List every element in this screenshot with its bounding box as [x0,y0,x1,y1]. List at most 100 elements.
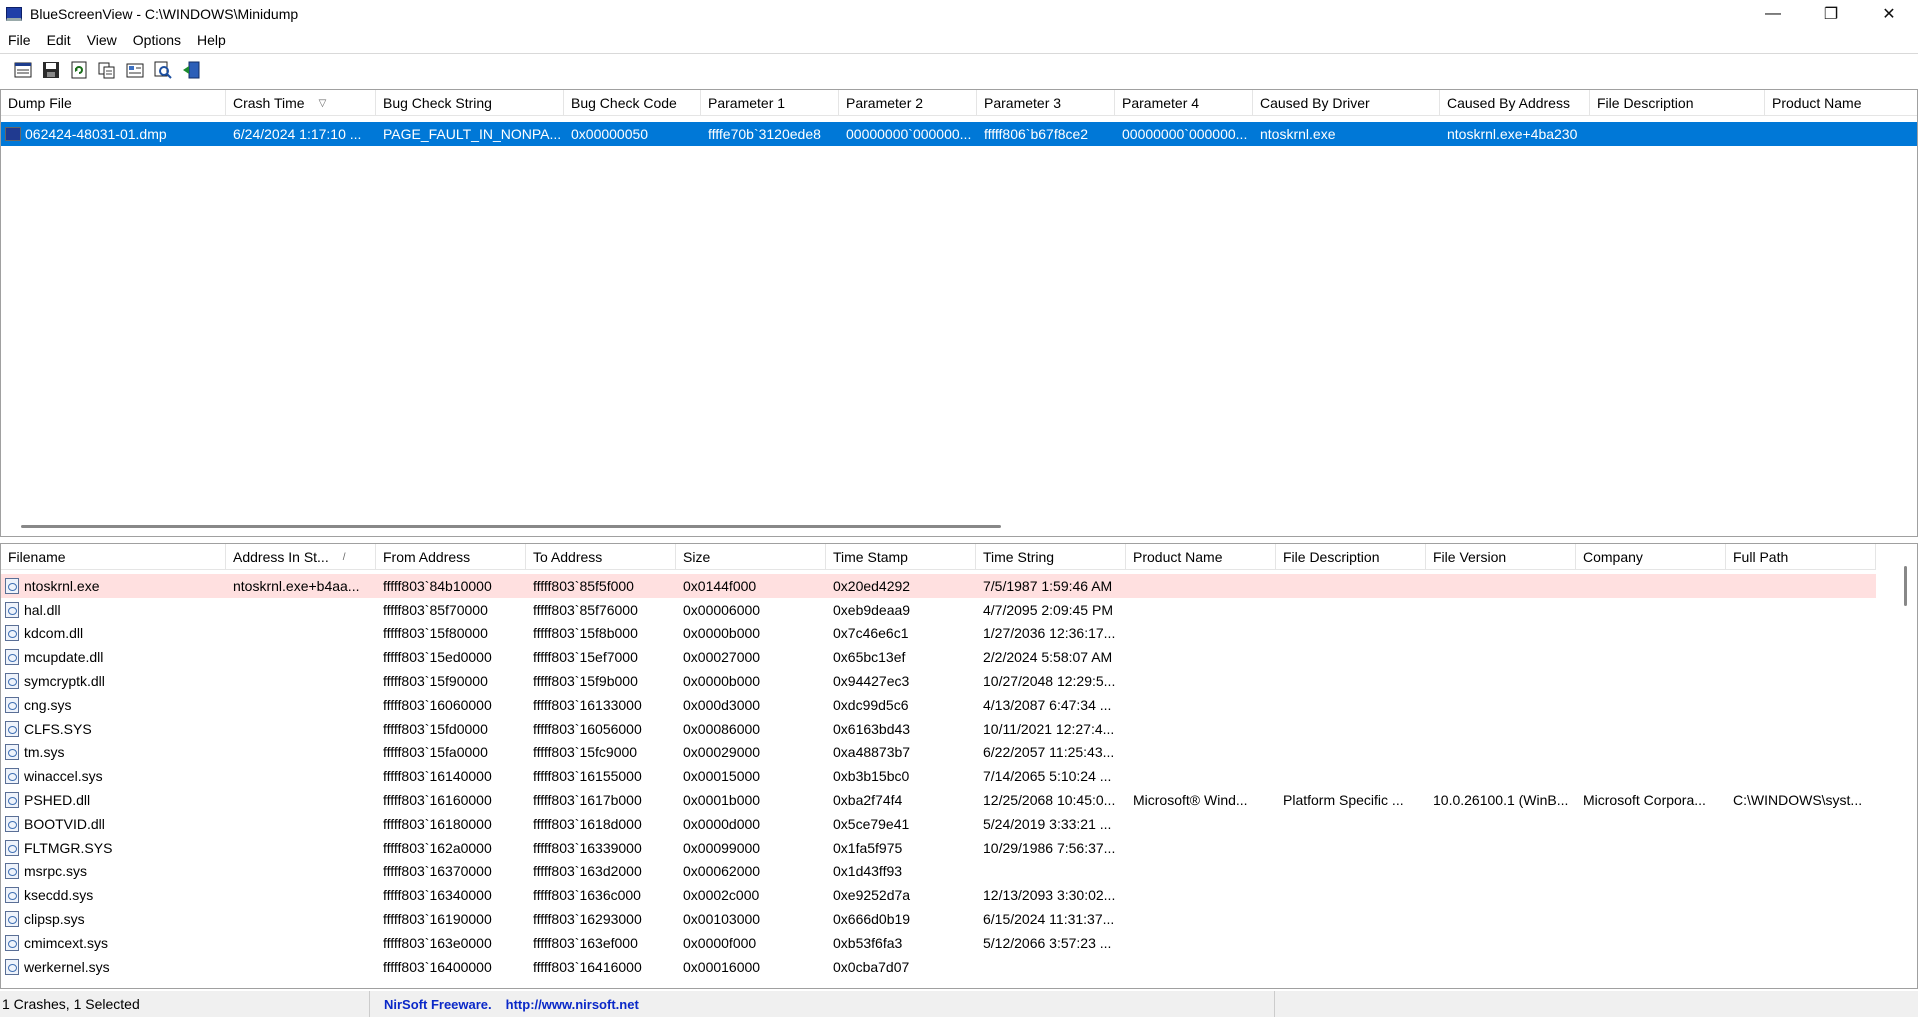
cell-text: 0xb53f6fa3 [833,934,903,951]
cell-address-in-st [226,788,376,812]
column-header-bug-check-code[interactable]: Bug Check Code [564,90,701,116]
crash-dump-list[interactable]: Dump File Crash Time ▽ Bug Check String Bug … [0,89,1918,537]
module-file-icon [5,601,19,618]
module-row[interactable]: cng.sys fffff803`16060000 fffff803`1613300… [1,693,1876,717]
cell-size: 0x00099000 [676,836,826,860]
module-row[interactable]: mcupdate.dll fffff803`15ed0000 fffff803`15… [1,645,1876,669]
module-row[interactable]: hal.dll fffff803`85f70000 fffff803`85f7600… [1,598,1876,622]
cell-time-string: 12/13/2093 3:30:02... [976,883,1126,907]
close-button[interactable]: ✕ [1860,0,1918,28]
column-header-parameter-1[interactable]: Parameter 1 [701,90,839,116]
module-file-icon [5,744,19,761]
module-row[interactable]: tm.sys fffff803`15fa0000 fffff803`15fc9000… [1,741,1876,765]
menu-file[interactable]: File [0,32,39,48]
column-header-parameter-4[interactable]: Parameter 4 [1115,90,1253,116]
column-header-time-stamp[interactable]: Time Stamp [826,544,976,570]
cell-time-string: 7/5/1987 1:59:46 AM [976,574,1126,598]
exit-button[interactable] [178,58,204,82]
column-header-size[interactable]: Size [676,544,826,570]
module-file-icon [5,863,19,880]
horizontal-scrollbar[interactable] [21,525,1001,528]
module-row[interactable]: msrpc.sys fffff803`16370000 fffff803`163d2… [1,860,1876,884]
cell-text: ffffe70b`3120ede8 [708,126,821,142]
column-header-parameter-3[interactable]: Parameter 3 [977,90,1115,116]
cell-text: 2/2/2024 5:58:07 AM [983,649,1113,666]
cell-company [1576,931,1726,955]
cell-product-name [1126,741,1276,765]
cell-filename: msrpc.sys [1,860,226,884]
column-header-from-address[interactable]: From Address [376,544,526,570]
cell-address-in-st [226,883,376,907]
cell-text: 0x00029000 [683,744,761,761]
menu-help[interactable]: Help [189,32,234,48]
menu-edit[interactable]: Edit [39,32,79,48]
cell-company [1576,669,1726,693]
column-header-file-version[interactable]: File Version [1426,544,1576,570]
menu-view[interactable]: View [79,32,125,48]
module-row[interactable]: FLTMGR.SYS fffff803`162a0000 fffff803`1633… [1,836,1876,860]
column-header-caused-by-address[interactable]: Caused By Address [1440,90,1590,116]
cell-full-path: C:\WINDOWS\syst... [1726,788,1876,812]
column-header-product-name[interactable]: Product Name [1765,90,1917,116]
restore-button[interactable]: ❐ [1802,0,1860,28]
column-header-crash-time[interactable]: Crash Time ▽ [226,90,376,116]
module-row[interactable]: winaccel.sys fffff803`16140000 fffff803`16… [1,764,1876,788]
module-file-icon [5,768,19,785]
find-button[interactable] [150,58,176,82]
column-header-dump-file[interactable]: Dump File [1,90,226,116]
column-header-product-name[interactable]: Product Name [1126,544,1276,570]
module-row[interactable]: ntoskrnl.exe ntoskrnl.exe+b4aa... fffff803… [1,574,1876,598]
copy-button[interactable] [94,58,120,82]
column-header-file-description[interactable]: File Description [1590,90,1765,116]
cell-text: 10.0.26100.1 (WinB... [1433,792,1569,809]
column-header-to-address[interactable]: To Address [526,544,676,570]
cell-text: fffff803`15f8b000 [533,625,638,642]
save-button[interactable] [38,58,64,82]
module-row[interactable]: BOOTVID.dll fffff803`16180000 fffff803`161… [1,812,1876,836]
column-header-full-path[interactable]: Full Path [1726,544,1876,570]
cell-time-stamp: 0xb3b15bc0 [826,764,976,788]
column-header-parameter-2[interactable]: Parameter 2 [839,90,977,116]
column-header-address-in-st[interactable]: Address In St... / [226,544,376,570]
module-list[interactable]: Filename Address In St... / From Address To … [0,543,1918,989]
column-header-company[interactable]: Company [1576,544,1726,570]
properties-window-button[interactable] [10,58,36,82]
cell-file-version [1426,645,1576,669]
cell-company [1576,860,1726,884]
cell-text: fffff803`15fa0000 [383,744,488,761]
column-header-label: File Version [1433,549,1507,565]
column-header-label: Parameter 2 [846,95,924,111]
properties-button[interactable] [122,58,148,82]
column-header-filename[interactable]: Filename [1,544,226,570]
module-row[interactable]: CLFS.SYS fffff803`15fd0000 fffff803`160560… [1,717,1876,741]
cell-text: fffff803`16400000 [383,958,492,975]
vertical-scrollbar[interactable] [1904,566,1907,606]
crash-row[interactable]: 062424-48031-01.dmp 6/24/2024 1:17:10 ...… [1,122,1917,146]
column-header-time-string[interactable]: Time String [976,544,1126,570]
module-row[interactable]: werkernel.sys fffff803`16400000 fffff803`1… [1,955,1876,979]
module-row[interactable]: symcryptk.dll fffff803`15f90000 fffff803`1… [1,669,1876,693]
refresh-button[interactable] [66,58,92,82]
cell-file-description [1276,693,1426,717]
module-row[interactable]: clipsp.sys fffff803`16190000 fffff803`1629… [1,907,1876,931]
column-header-caused-by-driver[interactable]: Caused By Driver [1253,90,1440,116]
cell-file-description [1276,860,1426,884]
cell-time-stamp: 0x7c46e6c1 [826,622,976,646]
module-row[interactable]: ksecdd.sys fffff803`16340000 fffff803`1636… [1,883,1876,907]
module-row[interactable]: cmimcext.sys fffff803`163e0000 fffff803`16… [1,931,1876,955]
cell-text: winaccel.sys [24,768,103,785]
cell-file-version [1426,693,1576,717]
cell-time-string: 7/14/2065 5:10:24 ... [976,764,1126,788]
module-row[interactable]: PSHED.dll fffff803`16160000 fffff803`1617b… [1,788,1876,812]
cell-text: 7/14/2065 5:10:24 ... [983,768,1112,785]
cell-text: 5/12/2066 3:57:23 ... [983,934,1112,951]
column-header-bug-check-string[interactable]: Bug Check String [376,90,564,116]
cell-time-string: 2/2/2024 5:58:07 AM [976,645,1126,669]
nirsoft-link[interactable]: http://www.nirsoft.net [506,997,639,1012]
column-header-label: From Address [383,549,471,565]
minimize-button[interactable]: — [1744,0,1802,28]
column-header-file-description[interactable]: File Description [1276,544,1426,570]
module-row[interactable]: kdcom.dll fffff803`15f80000 fffff803`15f8b… [1,622,1876,646]
cell-text: fffff803`16140000 [383,768,492,785]
menu-options[interactable]: Options [125,32,189,48]
